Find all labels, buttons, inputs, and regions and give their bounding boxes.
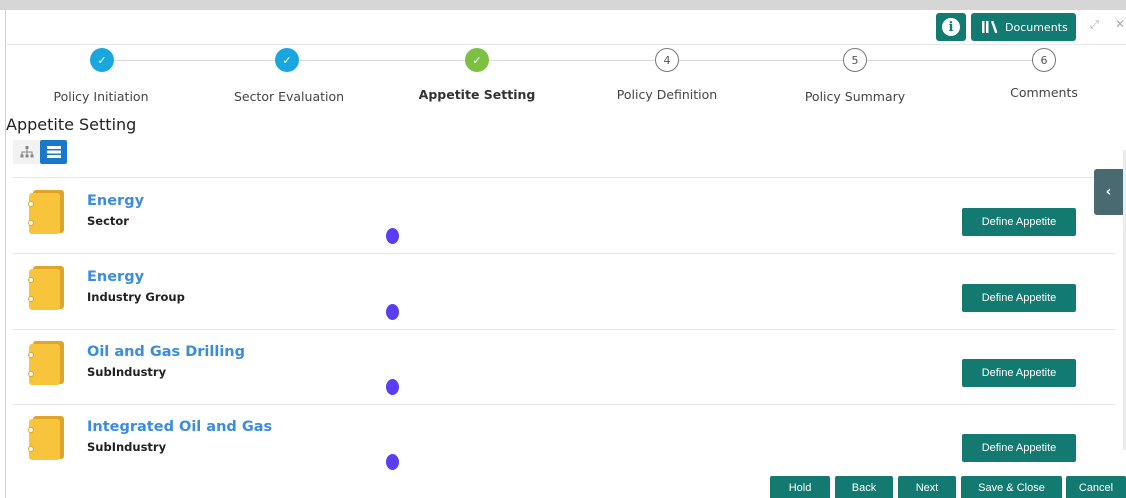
header-divider	[7, 44, 1126, 45]
step-2-circle[interactable]: ✓	[275, 48, 299, 72]
item-type: Sector	[87, 214, 129, 228]
item-type: SubIndustry	[87, 440, 167, 454]
define-appetite-button[interactable]: Define Appetite	[962, 434, 1076, 462]
back-button[interactable]: Back	[835, 476, 893, 498]
close-icon[interactable]: ✕	[1115, 17, 1125, 31]
side-panel-toggle[interactable]: ‹	[1094, 169, 1123, 215]
step-3-label: Appetite Setting	[418, 87, 536, 102]
step-6-circle[interactable]: 6	[1032, 48, 1056, 72]
hold-button[interactable]: Hold	[770, 476, 830, 498]
library-icon	[982, 20, 998, 34]
list-view-button[interactable]	[40, 140, 67, 164]
step-1-circle[interactable]: ✓	[90, 48, 114, 72]
item-name[interactable]: Energy	[87, 193, 144, 209]
item-name[interactable]: Energy	[87, 269, 144, 285]
list-icon	[46, 146, 61, 158]
info-button[interactable]: i	[936, 13, 966, 41]
define-appetite-button[interactable]: Define Appetite	[962, 359, 1076, 387]
step-connector	[299, 60, 465, 61]
step-1-label: Policy Initiation	[53, 89, 149, 104]
status-dot	[386, 379, 399, 395]
next-button[interactable]: Next	[898, 476, 956, 498]
step-4-circle[interactable]: 4	[655, 48, 679, 72]
tree-view-button[interactable]	[13, 140, 40, 164]
window-left-frame	[0, 10, 6, 498]
folder-icon	[28, 416, 64, 460]
window-top-frame	[0, 0, 1126, 10]
cancel-button[interactable]: Cancel	[1066, 476, 1126, 498]
item-name[interactable]: Oil and Gas Drilling	[87, 344, 245, 360]
documents-label: Documents	[1005, 20, 1068, 34]
view-toggle	[13, 140, 67, 164]
define-appetite-button[interactable]: Define Appetite	[962, 208, 1076, 236]
page-title: Appetite Setting	[6, 115, 137, 134]
step-connector	[867, 60, 1032, 61]
step-connector	[489, 60, 655, 61]
step-3-circle[interactable]: ✓	[465, 48, 489, 72]
item-name[interactable]: Integrated Oil and Gas	[87, 419, 272, 435]
list-item: Energy Industry Group Define Appetite	[13, 255, 1115, 330]
info-icon: i	[942, 18, 960, 36]
check-icon: ✓	[97, 53, 107, 67]
save-close-button[interactable]: Save & Close	[961, 476, 1062, 498]
status-dot	[386, 228, 399, 244]
list-item: Integrated Oil and Gas SubIndustry Defin…	[13, 405, 1115, 480]
list-item: Energy Sector Define Appetite	[13, 179, 1115, 254]
define-appetite-button[interactable]: Define Appetite	[962, 284, 1076, 312]
step-2-label: Sector Evaluation	[233, 89, 345, 104]
check-icon: ✓	[282, 53, 292, 67]
hierarchy-icon	[20, 146, 33, 158]
list-item: Oil and Gas Drilling SubIndustry Define …	[13, 330, 1115, 405]
folder-icon	[28, 266, 64, 310]
step-6-label: Comments	[1010, 85, 1078, 100]
item-type: SubIndustry	[87, 365, 167, 379]
expand-icon[interactable]: ⤢	[1090, 18, 1099, 32]
folder-icon	[28, 341, 64, 385]
folder-icon	[28, 190, 64, 234]
documents-button[interactable]: Documents	[971, 13, 1076, 41]
step-4-label: Policy Definition	[616, 87, 718, 102]
list-divider	[13, 177, 1115, 178]
step-connector	[114, 60, 275, 61]
status-dot	[386, 454, 399, 470]
check-icon: ✓	[472, 53, 482, 67]
step-5-label: Policy Summary	[804, 89, 906, 104]
status-dot	[386, 304, 399, 320]
chevron-left-icon: ‹	[1105, 184, 1112, 200]
step-5-circle[interactable]: 5	[843, 48, 867, 72]
item-type: Industry Group	[87, 290, 185, 304]
step-connector	[679, 60, 843, 61]
